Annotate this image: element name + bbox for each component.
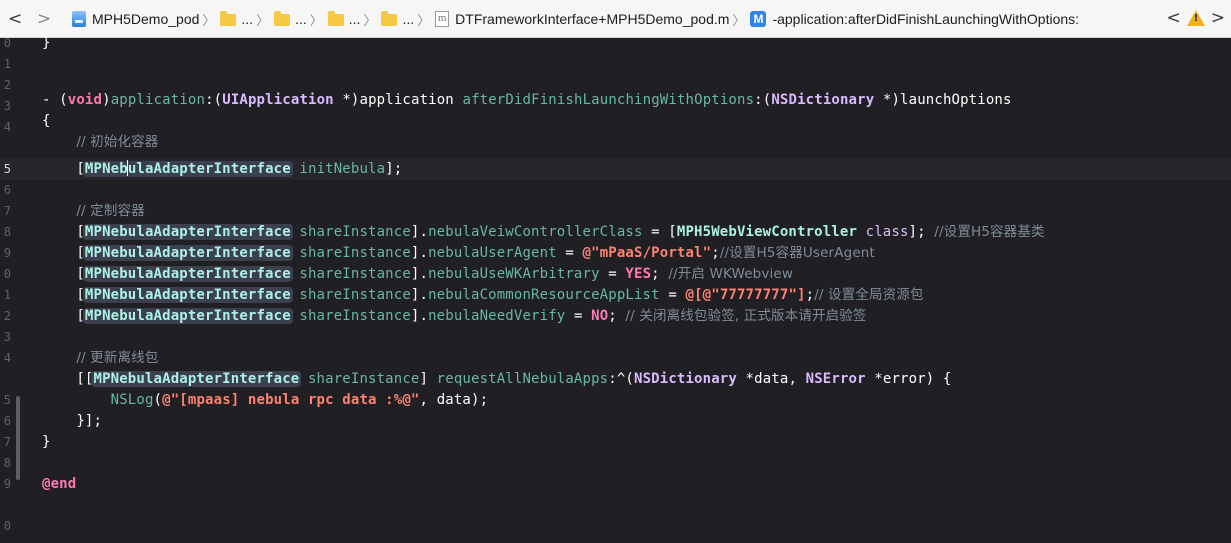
- code-line: // 定制容器: [76, 203, 145, 219]
- breadcrumb-item-folder[interactable]: ...: [381, 11, 414, 27]
- code-line: [MPNebulaAdapterInterface shareInstance]…: [42, 266, 794, 282]
- line-number: 5: [3, 393, 11, 407]
- code-line: }: [42, 35, 51, 51]
- project-icon: [72, 11, 86, 27]
- chevron-right-icon: 〉: [417, 13, 431, 29]
- code-line: NSLog(@"[mpaas] nebula rpc data :%@", da…: [110, 392, 489, 408]
- code-line: [[MPNebulaAdapterInterface shareInstance…: [42, 371, 952, 387]
- code-line: [MPNebulaAdapterInterface shareInstance]…: [42, 308, 867, 324]
- line-number-gutter: 0 1 2 3 4 5 6 7 8 9 0 1 2 3 4 5 6 7 8 9 …: [0, 36, 20, 543]
- line-number: 6: [3, 183, 11, 197]
- breadcrumb-label: ...: [348, 11, 361, 27]
- line-number: 0: [3, 519, 11, 533]
- folder-icon: [327, 11, 344, 26]
- chevron-right-icon: 〉: [309, 13, 323, 29]
- code-line: // 初始化容器: [76, 134, 159, 150]
- jump-bar: < > MPH5Demo_pod 〉 ... 〉 ... 〉 ... 〉 ...…: [0, 0, 1231, 38]
- line-number: 1: [3, 57, 11, 71]
- line-number-current: 5: [3, 162, 11, 176]
- chevron-right-icon: 〉: [202, 13, 216, 29]
- breadcrumb-label: ...: [402, 11, 415, 27]
- code-line: @end: [42, 476, 77, 492]
- breadcrumb-item-method[interactable]: M -application:afterDidFinishLaunchingWi…: [750, 11, 1079, 27]
- previous-issue-button[interactable]: <: [1167, 8, 1181, 28]
- folder-icon: [220, 11, 237, 26]
- breadcrumb-item-folder[interactable]: ...: [327, 11, 361, 27]
- warning-glyph: !: [1193, 13, 1199, 24]
- chevron-right-icon: 〉: [732, 13, 746, 29]
- breadcrumb-label: ...: [295, 11, 307, 27]
- breadcrumb-item-folder[interactable]: ...: [220, 11, 253, 27]
- line-number: 1: [3, 288, 11, 302]
- next-issue-button[interactable]: >: [1211, 8, 1225, 28]
- breadcrumb-item-folder[interactable]: ...: [274, 11, 307, 27]
- line-number: 3: [3, 330, 11, 344]
- change-bar[interactable]: [16, 396, 20, 480]
- line-number: 9: [3, 246, 11, 260]
- breadcrumb-item-file[interactable]: m DTFrameworkInterface+MPH5Demo_pod.m: [435, 11, 729, 27]
- line-number: 3: [3, 99, 11, 113]
- line-number: 0: [3, 36, 11, 50]
- line-number: 7: [3, 435, 11, 449]
- breadcrumb: MPH5Demo_pod 〉 ... 〉 ... 〉 ... 〉 ... 〉 m…: [72, 0, 1079, 37]
- line-number: 2: [3, 309, 11, 323]
- line-number: 4: [3, 351, 11, 365]
- objc-file-icon: m: [435, 11, 450, 27]
- navigate-forward-button[interactable]: >: [37, 9, 51, 29]
- navigate-back-button[interactable]: <: [8, 9, 22, 29]
- code-line-current: [MPNebulaAdapterInterface initNebula];: [42, 160, 403, 177]
- folder-icon: [381, 11, 398, 26]
- line-number: 4: [3, 120, 11, 134]
- breadcrumb-label: -application:afterDidFinishLaunchingWith…: [772, 11, 1080, 27]
- breadcrumb-label: DTFrameworkInterface+MPH5Demo_pod.m: [455, 11, 730, 27]
- line-number: 8: [3, 225, 11, 239]
- source-editor[interactable]: 0 1 2 3 4 5 6 7 8 9 0 1 2 3 4 5 6 7 8 9 …: [0, 35, 1231, 543]
- code-line: - (void)application:(UIApplication *)app…: [42, 92, 1012, 108]
- chevron-right-icon: 〉: [256, 13, 270, 29]
- breadcrumb-label: ...: [241, 11, 254, 27]
- code-line: }];: [76, 413, 103, 429]
- warning-icon[interactable]: !: [1186, 10, 1205, 26]
- code-line: [MPNebulaAdapterInterface shareInstance]…: [42, 224, 1045, 240]
- method-icon: M: [750, 11, 767, 27]
- folder-icon: [274, 11, 291, 26]
- issue-navigator-controls: < ! >: [1167, 8, 1226, 28]
- line-number: 0: [3, 267, 11, 281]
- line-number: 7: [3, 204, 11, 218]
- line-number: 6: [3, 414, 11, 428]
- line-number: 2: [3, 78, 11, 92]
- code-line: {: [42, 113, 51, 129]
- code-line: // 更新离线包: [76, 350, 159, 366]
- code-line: }: [42, 434, 51, 450]
- line-number: 8: [3, 456, 11, 470]
- line-number: 9: [3, 477, 11, 491]
- breadcrumb-label: MPH5Demo_pod: [92, 11, 200, 27]
- chevron-right-icon: 〉: [363, 13, 377, 29]
- code-line: [MPNebulaAdapterInterface shareInstance]…: [42, 287, 924, 303]
- breadcrumb-item-project[interactable]: MPH5Demo_pod: [72, 11, 199, 27]
- code-line: [MPNebulaAdapterInterface shareInstance]…: [42, 245, 875, 261]
